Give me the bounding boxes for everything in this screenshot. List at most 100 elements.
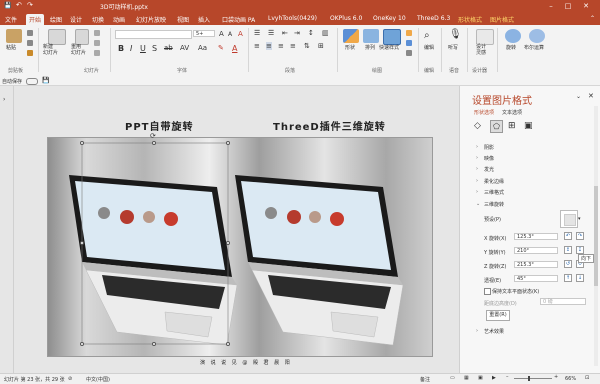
picture-icon[interactable]: ▣ — [524, 121, 533, 131]
fit-slide-icon[interactable]: ⊡ — [585, 375, 589, 381]
microphone-icon[interactable]: 🎙 — [449, 29, 462, 40]
tab-onekey[interactable]: OneKey 10 — [373, 15, 406, 22]
tab-threed[interactable]: ThreeD 6.3 — [417, 15, 450, 22]
laptop-illustrations[interactable] — [47, 137, 431, 355]
change-case-icon[interactable]: Aa — [198, 44, 207, 52]
tab-picture-format[interactable]: 图片格式 — [490, 15, 514, 24]
y-rotation-input[interactable]: 210° — [514, 247, 558, 254]
x-rotate-right-button[interactable]: ↷ — [576, 232, 584, 240]
tab-animations[interactable]: 动画 — [113, 15, 125, 24]
numbering-icon[interactable]: ☰ — [268, 29, 274, 37]
narrow-field-button[interactable]: ↑ — [564, 274, 572, 282]
y-rotate-up-button[interactable]: ↥ — [564, 246, 572, 254]
size-properties-icon[interactable]: ⊞ — [508, 121, 516, 131]
highlight-icon[interactable]: ✎ — [218, 44, 224, 52]
font-size-select[interactable]: 5+ — [193, 30, 215, 37]
z-rotate-ccw-button[interactable]: ↺ — [564, 260, 572, 268]
save-icon[interactable]: 💾 — [4, 2, 11, 9]
quick-styles-label[interactable]: 快速样式 — [379, 44, 399, 51]
shadow-text-icon[interactable]: S — [152, 44, 157, 53]
align-right-icon[interactable]: ≡ — [278, 42, 284, 50]
expand-thumbnails-icon[interactable]: › — [3, 96, 5, 103]
close-icon[interactable]: ✕ — [580, 1, 592, 11]
expand-reflection-icon[interactable]: › — [476, 155, 478, 161]
paste-icon[interactable] — [6, 29, 22, 43]
rotate-handle-icon[interactable]: ⟳ — [150, 132, 156, 140]
autosave-toggle[interactable] — [26, 78, 38, 85]
section-icon[interactable] — [94, 50, 100, 56]
columns-icon[interactable]: ▥ — [322, 29, 329, 37]
reset-icon[interactable] — [94, 40, 100, 46]
arrange-icon[interactable] — [363, 29, 379, 43]
smartart-icon[interactable]: ⊞ — [318, 42, 324, 50]
justify-icon[interactable]: ≡ — [290, 42, 296, 50]
tab-file[interactable]: 文件 — [5, 15, 17, 24]
tab-shape-options[interactable]: 形状选项 — [474, 109, 494, 116]
effects-icon[interactable]: ⬠ — [490, 120, 503, 133]
resize-handle[interactable] — [152, 141, 156, 145]
section-reflection[interactable]: 映像 — [484, 155, 494, 162]
resize-handle[interactable] — [80, 342, 84, 346]
format-painter-icon[interactable] — [27, 50, 33, 56]
resize-handle[interactable] — [152, 342, 156, 346]
tab-home[interactable]: 开始 — [26, 14, 45, 25]
rotate-label[interactable]: 旋转 — [506, 44, 516, 51]
collapse-3d-rotation-icon[interactable]: ⌄ — [476, 201, 480, 207]
distance-input[interactable]: 0 磅 — [540, 298, 586, 305]
redo-icon[interactable]: ↷ — [27, 1, 33, 9]
font-color-icon[interactable]: A — [232, 44, 237, 53]
italic-icon[interactable]: I — [130, 44, 132, 53]
arrange-label[interactable]: 排列 — [365, 44, 375, 51]
expand-shadow-icon[interactable]: › — [476, 144, 478, 150]
reading-view-icon[interactable]: ▣ — [478, 375, 483, 381]
section-3d-format[interactable]: 三维格式 — [484, 189, 504, 196]
expand-glow-icon[interactable]: › — [476, 166, 478, 172]
widen-field-button[interactable]: ↓ — [576, 274, 584, 282]
bold-icon[interactable]: B — [118, 44, 124, 53]
section-shadow[interactable]: 阴影 — [484, 144, 494, 151]
pane-options-icon[interactable]: ⌄ — [576, 93, 581, 100]
design-ideas-icon[interactable] — [476, 29, 494, 45]
copy-icon[interactable] — [27, 40, 33, 46]
resize-handle[interactable] — [80, 141, 84, 145]
zoom-in-icon[interactable]: + — [554, 374, 558, 380]
tab-text-options[interactable]: 文本选项 — [502, 109, 522, 116]
cut-icon[interactable] — [27, 30, 33, 36]
section-glow[interactable]: 发光 — [484, 166, 494, 173]
new-slide-button-label[interactable]: 新建 幻灯片 — [43, 44, 58, 56]
y-rotate-down-button[interactable]: ↧ — [576, 246, 584, 254]
new-slide-icon[interactable] — [48, 29, 66, 45]
tab-slideshow[interactable]: 幻灯片放映 — [136, 15, 166, 24]
pane-scrollbar-thumb[interactable] — [594, 186, 598, 286]
underline-icon[interactable]: U — [140, 44, 146, 53]
paste-button-label[interactable]: 粘贴 — [6, 44, 16, 51]
slide-sorter-icon[interactable]: ▦ — [464, 375, 469, 381]
resize-handle[interactable] — [226, 241, 230, 245]
tab-transitions[interactable]: 切换 — [92, 15, 104, 24]
shape-outline-icon[interactable] — [406, 40, 412, 46]
resize-handle[interactable] — [226, 141, 230, 145]
pane-scrollbar[interactable] — [594, 106, 598, 366]
shapes-icon[interactable] — [343, 29, 359, 43]
ribbon-display-icon[interactable]: ⌃ — [590, 15, 595, 22]
qat-save-icon[interactable]: 💾 — [42, 77, 49, 84]
clear-format-icon[interactable]: A — [238, 30, 243, 38]
char-spacing-icon[interactable]: AV — [180, 44, 189, 52]
boolean-icon[interactable] — [529, 29, 545, 43]
pane-close-icon[interactable]: ✕ — [588, 92, 594, 100]
reuse-slides-label[interactable]: 重用 幻灯片 — [71, 44, 86, 56]
preset-dropdown-icon[interactable]: ▾ — [578, 216, 581, 222]
slideshow-icon[interactable]: ▶ — [492, 375, 496, 381]
reuse-slides-icon[interactable] — [75, 29, 89, 45]
reset-button[interactable]: 重置(R) — [486, 310, 510, 321]
expand-artistic-effects-icon[interactable]: › — [476, 328, 478, 334]
bullets-icon[interactable]: ☰ — [254, 29, 260, 37]
x-rotate-left-button[interactable]: ↶ — [564, 232, 572, 240]
find-icon[interactable]: ⌕ — [424, 30, 430, 41]
x-rotation-input[interactable]: 125.3° — [514, 233, 558, 240]
zoom-slider[interactable] — [514, 376, 552, 381]
maximize-icon[interactable]: □ — [562, 1, 574, 11]
keep-text-flat-checkbox[interactable] — [484, 288, 491, 295]
layout-icon[interactable] — [94, 30, 100, 36]
section-3d-rotation[interactable]: 三维旋转 — [484, 201, 504, 208]
